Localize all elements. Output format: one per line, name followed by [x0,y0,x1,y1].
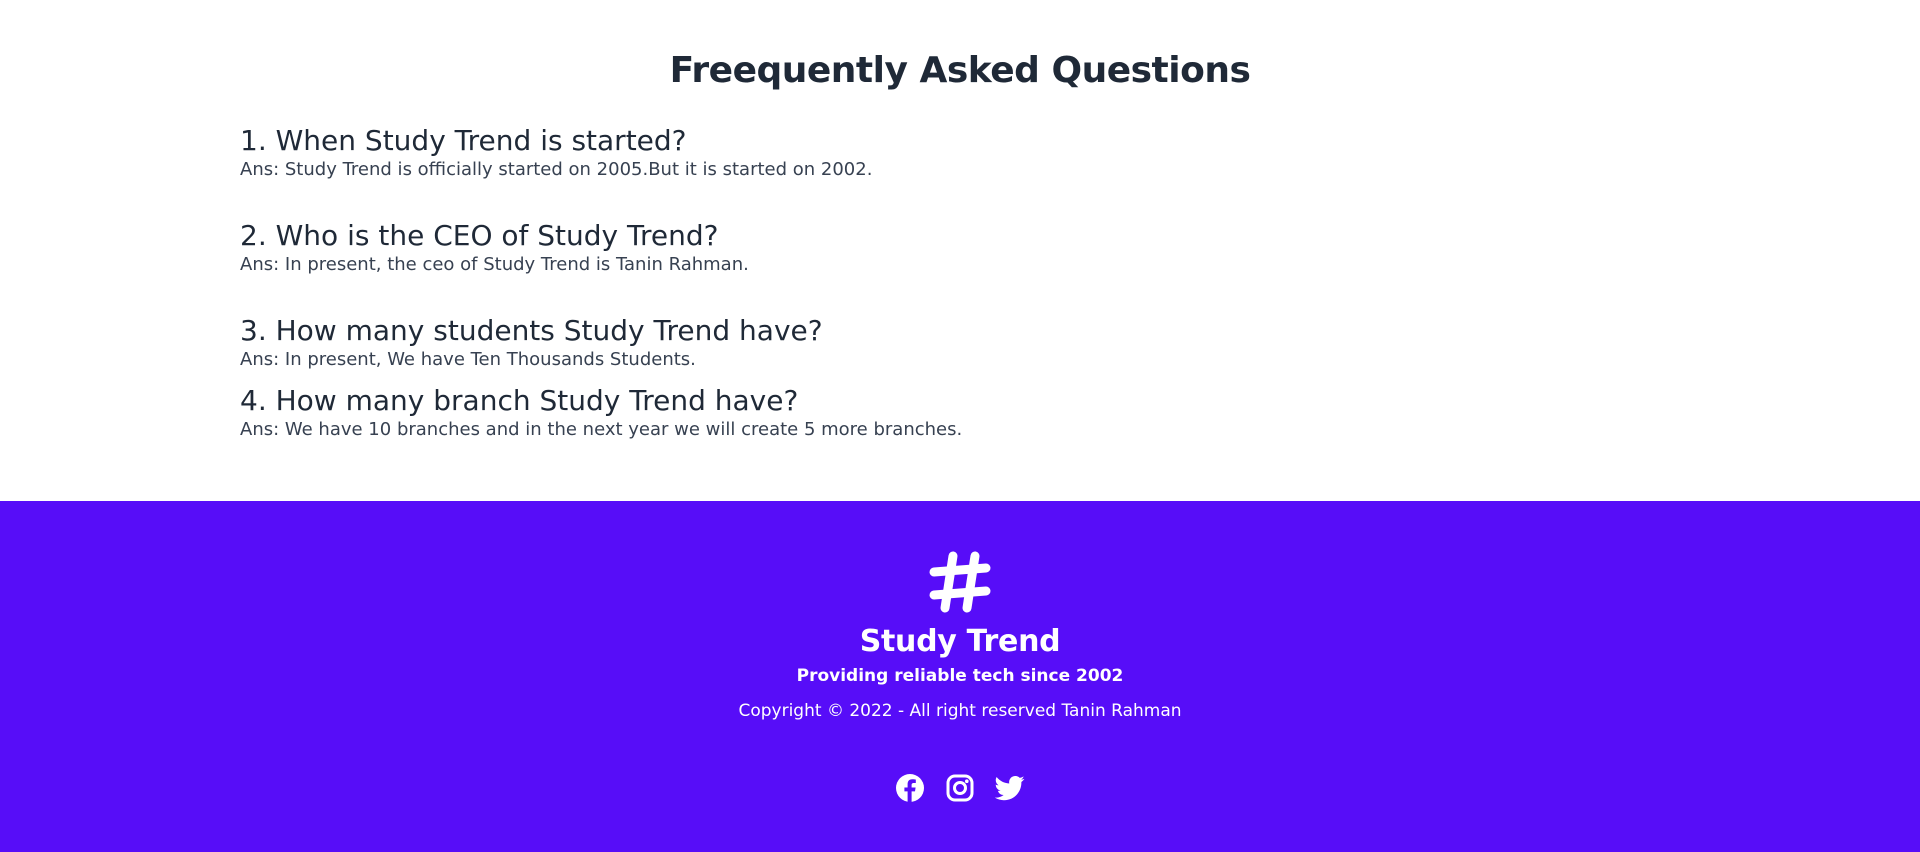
faq-question: 3. How many students Study Trend have? [240,314,823,347]
footer-tagline: Providing reliable tech since 2002 [796,666,1124,686]
faq-item: 2. Who is the CEO of Study Trend? Ans: I… [240,219,749,277]
social-links [0,773,1920,803]
faq-answer: Ans: We have 10 branches and in the next… [240,419,963,440]
faq-question: 1. When Study Trend is started? [240,124,687,157]
faq-item: 4. How many branch Study Trend have? Ans… [240,384,962,442]
footer-brand-name: Study Trend [859,624,1061,659]
twitter-icon [995,773,1025,803]
faq-title: Freequently Asked Questions [669,50,1251,91]
faq-answer: Ans: In present, the ceo of Study Trend … [240,254,749,275]
instagram-icon [945,773,975,803]
faq-answer: Ans: In present, We have Ten Thousands S… [240,349,696,370]
hashtag-icon [928,550,992,614]
facebook-link[interactable] [895,773,925,803]
faq-section: Freequently Asked Questions 1. When Stud… [0,0,1920,501]
instagram-link[interactable] [945,773,975,803]
faq-item: 1. When Study Trend is started? Ans: Stu… [240,124,872,182]
faq-question: 2. Who is the CEO of Study Trend? [240,219,719,252]
facebook-icon [895,773,925,803]
twitter-link[interactable] [995,773,1025,803]
faq-item: 3. How many students Study Trend have? A… [240,314,823,372]
footer-copyright: Copyright © 2022 - All right reserved Ta… [738,701,1182,721]
faq-answer: Ans: Study Trend is officially started o… [240,159,873,180]
faq-question: 4. How many branch Study Trend have? [240,384,799,417]
